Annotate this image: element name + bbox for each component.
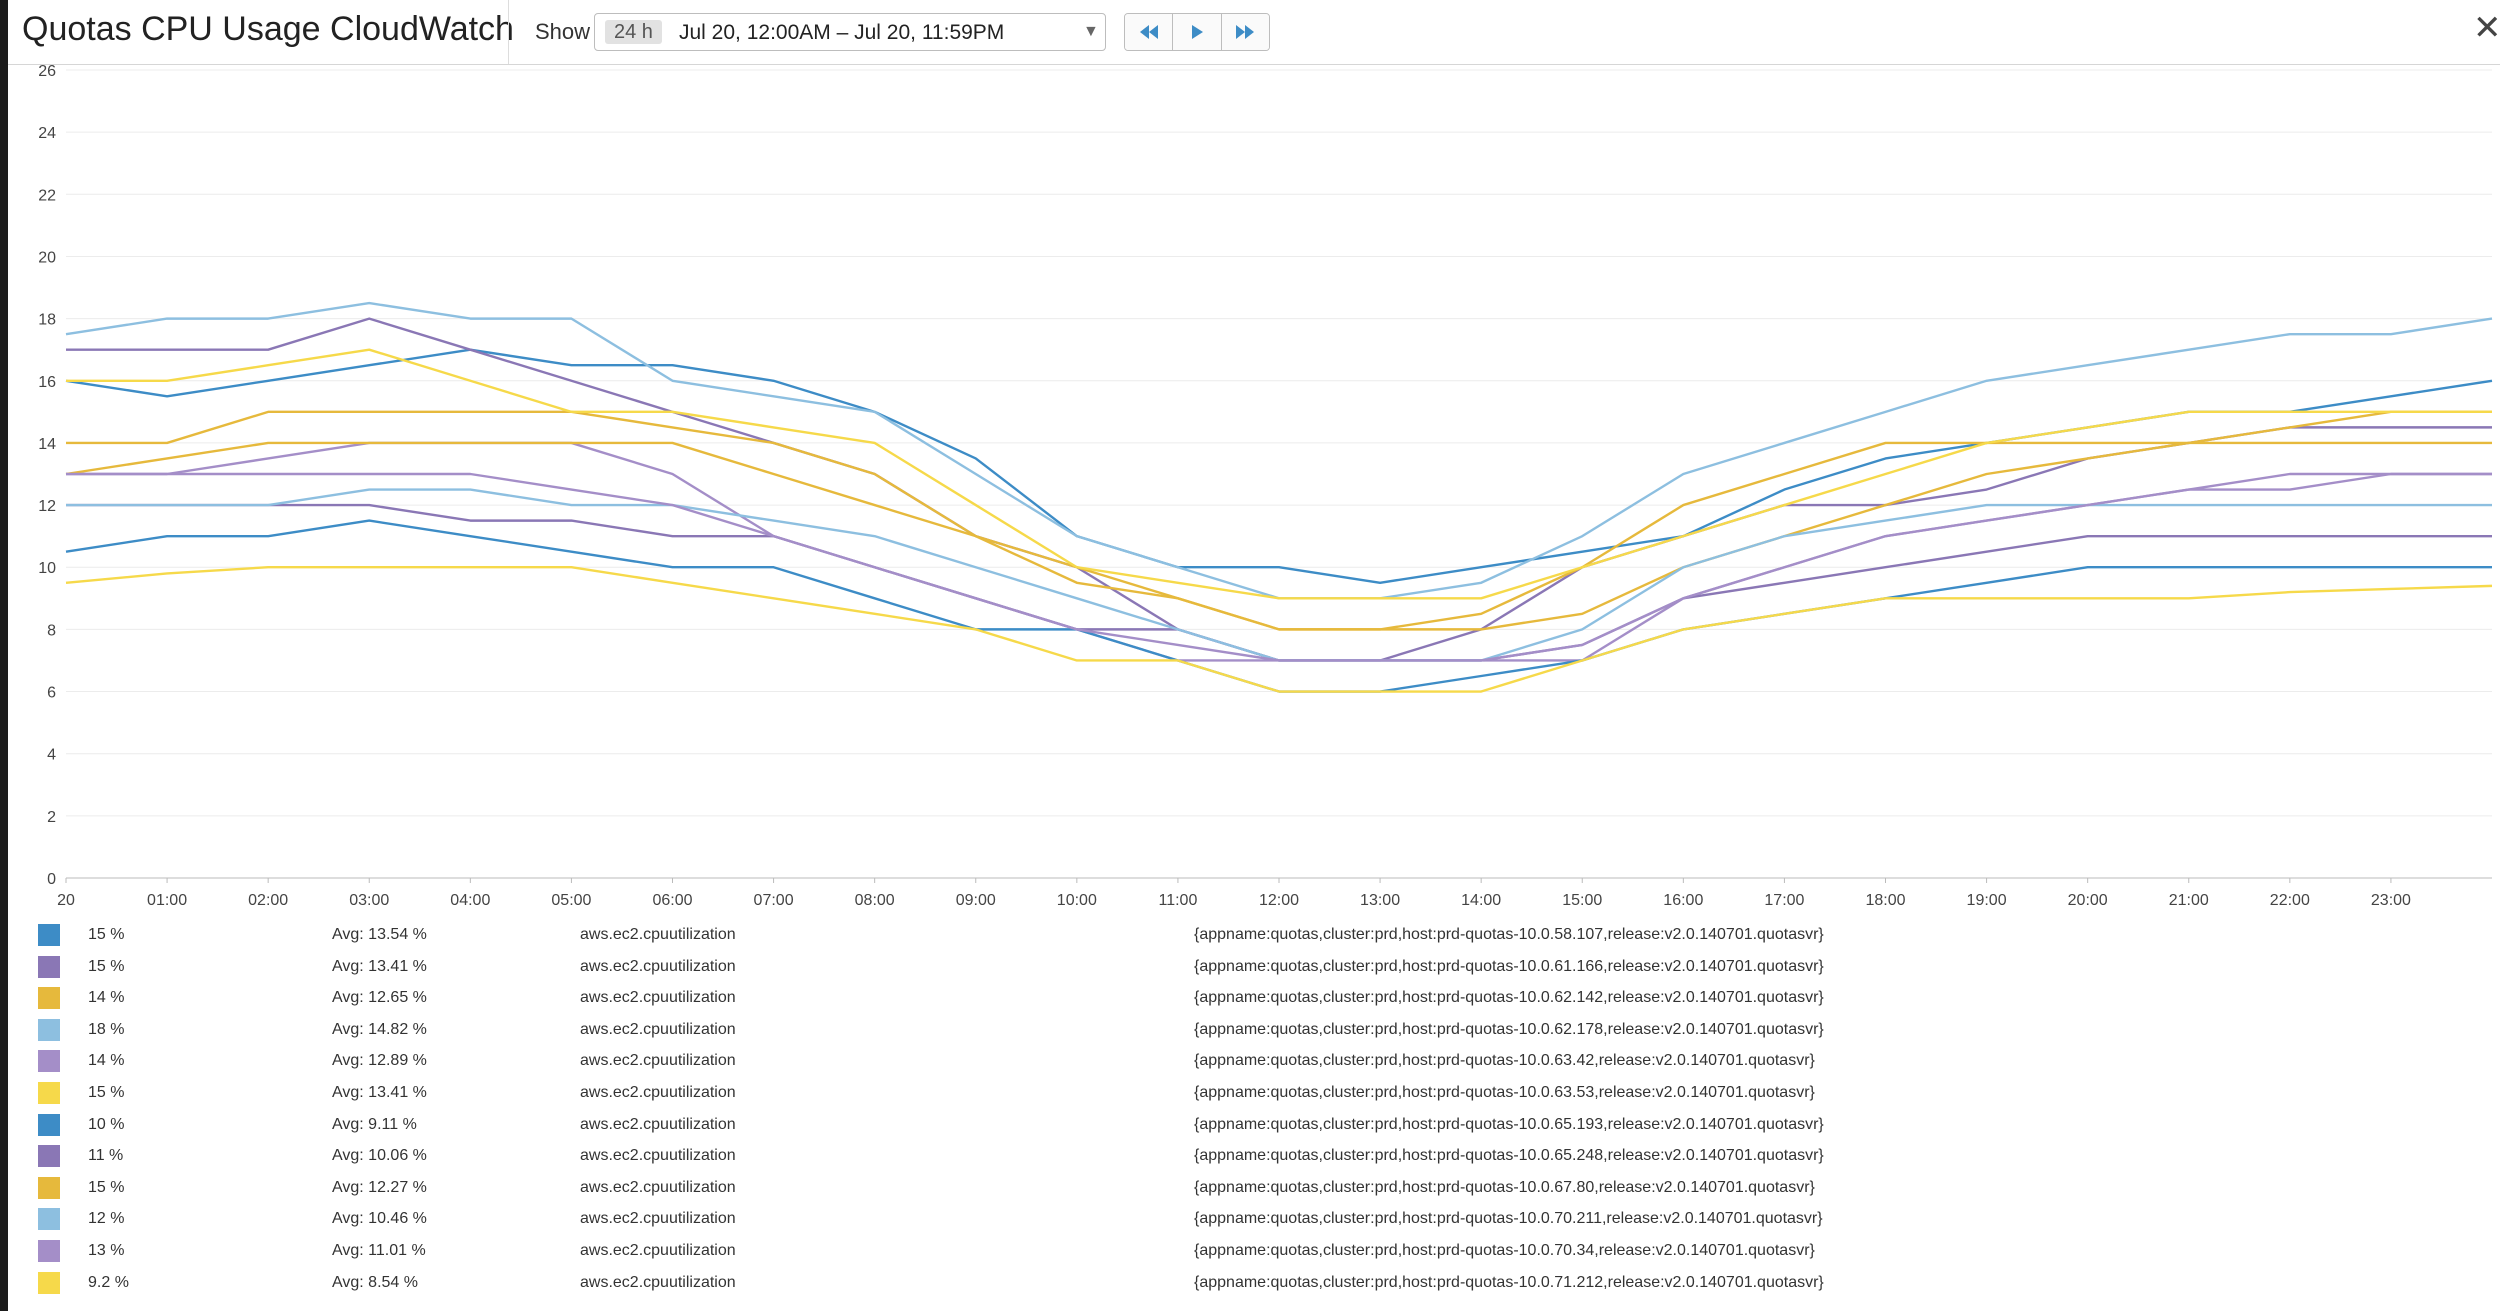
x-tick-label: 05:00 — [551, 892, 591, 909]
x-tick-label: 06:00 — [652, 892, 692, 909]
x-tick-label: 21:00 — [2169, 892, 2209, 909]
y-tick-label: 20 — [38, 249, 56, 266]
x-tick-label: 12:00 — [1259, 892, 1299, 909]
y-tick-label: 26 — [38, 63, 56, 80]
x-tick-label: 14:00 — [1461, 892, 1501, 909]
x-tick-label: 19:00 — [1967, 892, 2007, 909]
series-line-5 — [66, 441, 2492, 662]
series-line-7 — [65, 519, 2492, 693]
x-tick-label: 16:00 — [1663, 892, 1703, 909]
x-tick-label: 04:00 — [450, 892, 490, 909]
y-tick-label: 14 — [38, 436, 56, 453]
y-tick-label: 6 — [47, 685, 56, 702]
x-tick-label: 22:00 — [2270, 892, 2310, 909]
x-tick-label: 07:00 — [754, 892, 794, 909]
y-tick-label: 4 — [47, 747, 56, 764]
cpu-line-chart: 0246810121416182022242620 01:00 02:00 03:00… — [38, 63, 2493, 909]
x-tick-label: 09:00 — [956, 892, 996, 909]
x-tick-label: 08:00 — [855, 892, 895, 909]
y-tick-label: 2 — [47, 809, 56, 826]
x-tick-label: 18:00 — [1865, 892, 1905, 909]
x-tick-label: 02:00 — [248, 892, 288, 909]
y-tick-label: 8 — [47, 622, 56, 639]
x-tick-label: 11:00 — [1158, 892, 1197, 909]
series-line-3 — [66, 410, 2492, 631]
x-tick-label: 13:00 — [1360, 892, 1400, 909]
y-tick-label: 22 — [38, 187, 56, 204]
y-tick-label: 12 — [38, 498, 56, 515]
x-tick-label: 01:00 — [147, 892, 187, 909]
series-line-1 — [65, 348, 2493, 584]
x-tick-label: 20:00 — [2068, 892, 2108, 909]
y-tick-label: 0 — [47, 871, 56, 888]
x-tick-label: 20 — [57, 892, 75, 909]
x-tick-label: 03:00 — [349, 892, 389, 909]
x-tick-label: 10:00 — [1057, 892, 1097, 909]
y-tick-label: 24 — [38, 125, 56, 142]
x-tick-label: 23:00 — [2371, 892, 2411, 909]
series-line-4 — [65, 301, 2493, 600]
y-tick-label: 10 — [38, 560, 56, 577]
y-tick-label: 18 — [38, 312, 56, 329]
y-tick-label: 16 — [38, 374, 56, 391]
series-line-8 — [66, 503, 2492, 662]
x-tick-label: 15:00 — [1562, 892, 1602, 909]
x-tick-label: 17:00 — [1764, 892, 1804, 909]
